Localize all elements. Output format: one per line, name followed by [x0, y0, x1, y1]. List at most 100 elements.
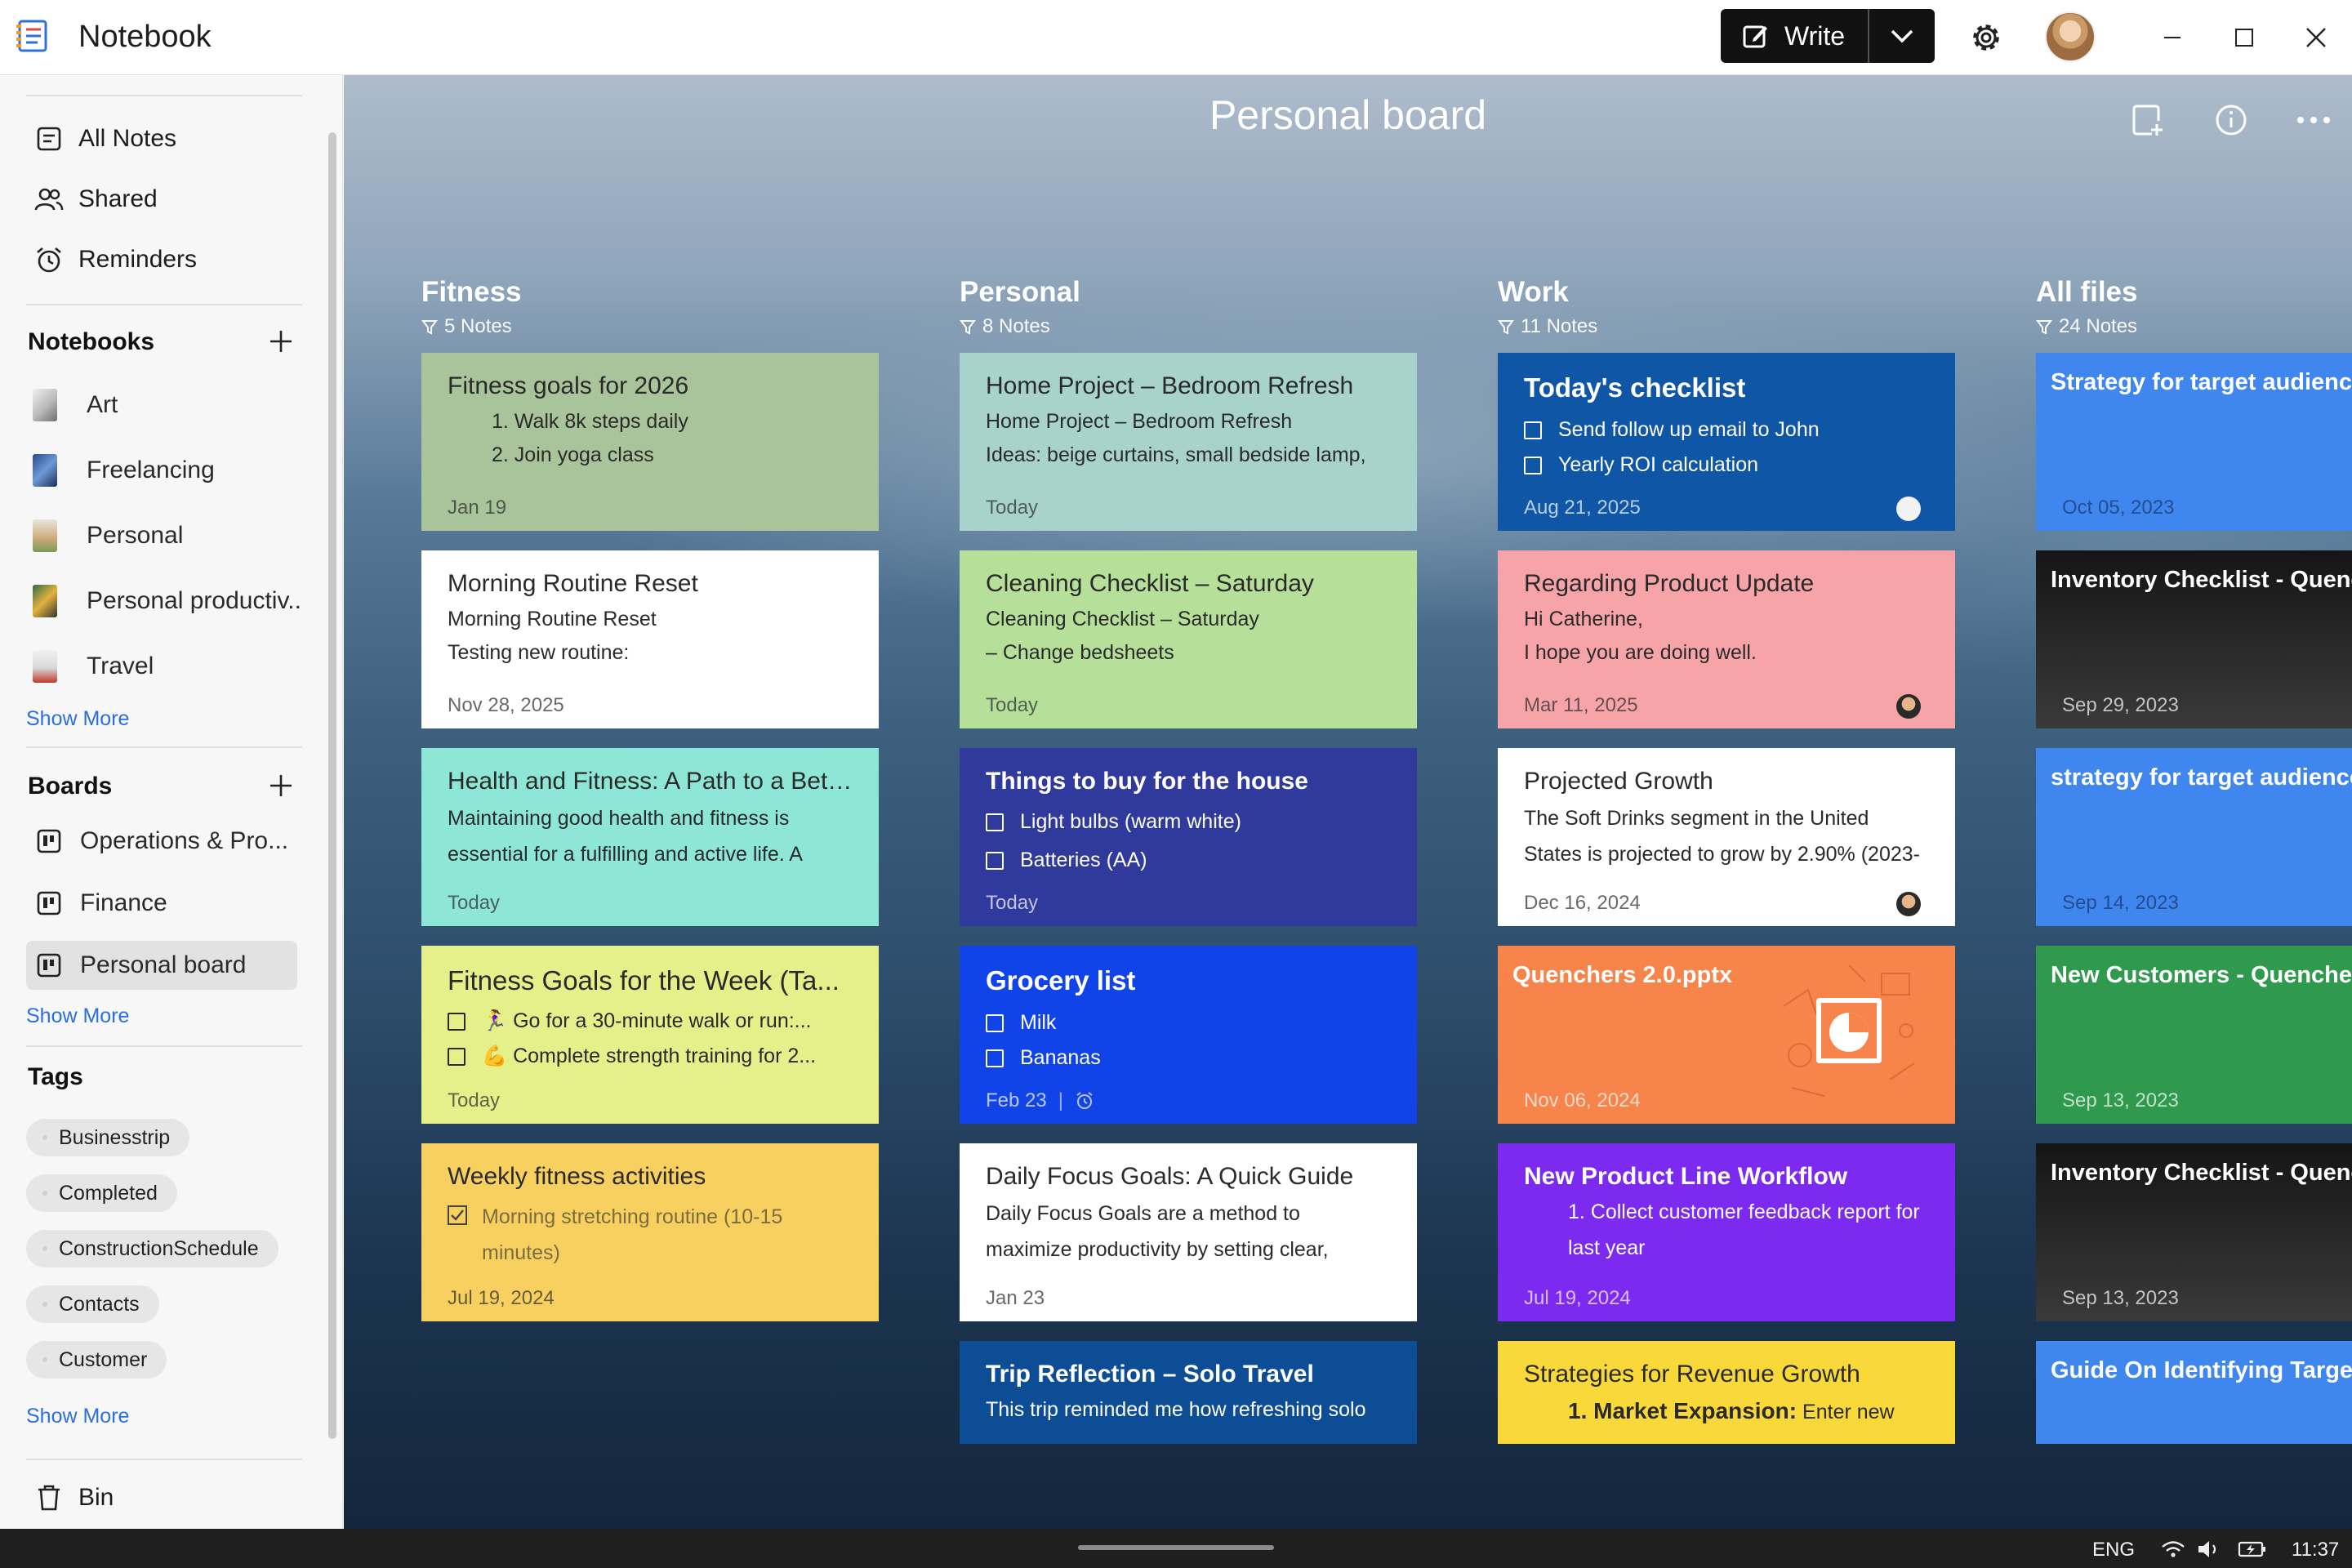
checklist-item[interactable]: 💪 Complete strength training for 2... — [448, 1045, 853, 1068]
checkbox[interactable] — [448, 1047, 466, 1066]
settings-gear-icon[interactable] — [1967, 18, 2006, 57]
note-card[interactable]: Weekly fitness activities Morning stretc… — [421, 1143, 879, 1321]
note-card[interactable]: Health and Fitness: A Path to a Bett... … — [421, 748, 879, 926]
nav-bin[interactable]: Bin — [33, 1473, 114, 1522]
note-card[interactable]: Daily Focus Goals: A Quick Guide Daily F… — [960, 1143, 1417, 1321]
write-dropdown-button[interactable] — [1869, 9, 1935, 63]
checkbox[interactable] — [986, 851, 1004, 870]
notebook-item-art[interactable]: Art — [33, 381, 118, 430]
add-board-button[interactable] — [265, 769, 297, 802]
notebook-item-freelancing[interactable]: Freelancing — [33, 446, 215, 495]
notebook-cover-icon — [33, 650, 57, 683]
notebook-item-personal[interactable]: Personal — [33, 511, 183, 560]
note-card[interactable]: New Product Line Workflow 1. Collect cus… — [1498, 1143, 1955, 1321]
column-title: Personal — [960, 276, 1080, 308]
note-line: Testing new routine: — [448, 641, 630, 664]
tags-show-more-link[interactable]: Show More — [26, 1405, 129, 1428]
note-card[interactable]: Fitness Goals for the Week (Ta... 🏃‍♀️ G… — [421, 946, 879, 1124]
file-card[interactable]: strategy for target audience Sep 14, 202… — [2036, 748, 2352, 926]
speaker-icon[interactable] — [2197, 1539, 2221, 1559]
checkbox[interactable] — [1524, 421, 1542, 439]
column-note-count[interactable]: 8 Notes — [960, 315, 1080, 338]
collaborator-avatar[interactable] — [1896, 892, 1921, 916]
file-card[interactable]: Inventory Checklist - Quench Sep 29, 202… — [2036, 550, 2352, 728]
taskbar-handle[interactable] — [1078, 1545, 1274, 1550]
battery-charging-icon[interactable] — [2238, 1539, 2267, 1560]
checked-checkbox-icon[interactable] — [448, 1205, 467, 1225]
note-card[interactable]: Home Project – Bedroom Refresh Home Proj… — [960, 353, 1417, 531]
board-info-button[interactable] — [2211, 100, 2252, 140]
sidebar-scrollbar[interactable] — [328, 132, 336, 1439]
tag-chip[interactable]: ConstructionSchedule — [26, 1230, 278, 1267]
tag-chip[interactable]: Customer — [26, 1341, 167, 1379]
checklist-item[interactable]: Morning stretching routine (10-15 minute… — [448, 1199, 853, 1271]
checklist-item[interactable]: Batteries (AA) — [986, 849, 1391, 872]
board-item-operations[interactable]: Operations & Pro... — [26, 817, 297, 866]
more-options-button[interactable] — [2293, 100, 2334, 140]
maximize-window-button[interactable] — [2225, 18, 2264, 57]
notebook-logo-icon — [16, 20, 47, 52]
checklist-item[interactable]: Bananas — [986, 1046, 1391, 1070]
tag-chip[interactable]: Contacts — [26, 1285, 159, 1323]
file-card[interactable]: Quenchers 2.0.pptx Nov 06, 2024 — [1498, 946, 1955, 1124]
add-note-button[interactable] — [2127, 100, 2168, 140]
note-card[interactable]: Fitness goals for 2026 1. Walk 8k steps … — [421, 353, 879, 531]
checklist-item[interactable]: Light bulbs (warm white) — [986, 810, 1391, 834]
checkbox[interactable] — [1524, 456, 1542, 474]
nav-reminders[interactable]: Reminders — [33, 235, 197, 284]
note-date: Today — [986, 694, 1039, 716]
column-note-count[interactable]: 11 Notes — [1498, 315, 1597, 338]
write-main-button[interactable]: Write — [1721, 9, 1869, 63]
note-card[interactable]: Cleaning Checklist – Saturday Cleaning C… — [960, 550, 1417, 728]
column-note-count[interactable]: 24 Notes — [2036, 315, 2137, 338]
column-note-count[interactable]: 5 Notes — [421, 315, 522, 338]
file-card[interactable]: Strategy for target audience Oct 05, 202… — [2036, 353, 2352, 531]
notebook-item-travel[interactable]: Travel — [33, 642, 154, 691]
file-card[interactable]: New Customers - Quenchers Sep 13, 2023 — [2036, 946, 2352, 1124]
nav-shared[interactable]: Shared — [33, 175, 158, 224]
add-notebook-button[interactable] — [265, 325, 297, 358]
note-line: Cleaning Checklist – Saturday — [986, 608, 1259, 630]
notebook-cover-icon — [33, 585, 57, 617]
minimize-window-button[interactable] — [2153, 18, 2192, 57]
note-card[interactable]: Grocery list Milk Bananas Feb 23 | — [960, 946, 1417, 1124]
checkbox[interactable] — [448, 1012, 466, 1031]
notebook-item-personal-productivity[interactable]: Personal productiv.. — [33, 577, 301, 626]
collaborator-avatar[interactable] — [1896, 497, 1921, 521]
board-item-finance[interactable]: Finance — [26, 879, 297, 928]
file-card[interactable]: Inventory Checklist - Quench Sep 13, 202… — [2036, 1143, 2352, 1321]
checkbox[interactable] — [986, 1013, 1004, 1032]
checklist-item[interactable]: Milk — [986, 1011, 1391, 1035]
checkbox[interactable] — [986, 813, 1004, 831]
column-title: Work — [1498, 276, 1569, 308]
note-card[interactable]: Things to buy for the house Light bulbs … — [960, 748, 1417, 926]
close-window-button[interactable] — [2296, 18, 2336, 57]
note-card[interactable]: Regarding Product Update Hi Catherine, I… — [1498, 550, 1955, 728]
checklist-item[interactable]: 🏃‍♀️ Go for a 30-minute walk or run:... — [448, 1009, 853, 1033]
clock-time[interactable]: 11:37 — [2292, 1539, 2339, 1561]
divider — [26, 304, 302, 305]
note-title: Daily Focus Goals: A Quick Guide — [986, 1163, 1354, 1190]
note-card[interactable]: Strategies for Revenue Growth 1. Market … — [1498, 1341, 1955, 1444]
nav-all-notes[interactable]: All Notes — [33, 114, 176, 163]
checklist-item[interactable]: Yearly ROI calculation — [1524, 453, 1929, 477]
tag-chip[interactable]: Completed — [26, 1174, 177, 1212]
boards-show-more-link[interactable]: Show More — [26, 1004, 129, 1028]
board-item-personal-board[interactable]: Personal board — [26, 941, 297, 990]
checkbox[interactable] — [986, 1049, 1004, 1067]
tag-chip[interactable]: Businesstrip — [26, 1119, 190, 1156]
checklist-item[interactable]: Send follow up email to John — [1524, 418, 1929, 442]
notebook-label: Art — [87, 391, 118, 418]
note-card[interactable]: Projected Growth The Soft Drinks segment… — [1498, 748, 1955, 926]
user-avatar[interactable] — [2045, 11, 2096, 62]
wifi-icon[interactable] — [2161, 1540, 2185, 1558]
note-card[interactable]: Today's checklist Send follow up email t… — [1498, 353, 1955, 531]
language-indicator[interactable]: ENG — [2092, 1539, 2135, 1561]
system-taskbar: ENG 11:37 — [0, 1529, 2352, 1568]
note-card[interactable]: Morning Routine Reset Morning Routine Re… — [421, 550, 879, 728]
note-card[interactable]: Trip Reflection – Solo Travel This trip … — [960, 1341, 1417, 1444]
collaborator-avatar[interactable] — [1896, 694, 1921, 719]
notebooks-show-more-link[interactable]: Show More — [26, 707, 129, 731]
write-button[interactable]: Write — [1721, 9, 1935, 63]
file-card[interactable]: Guide On Identifying Target . — [2036, 1341, 2352, 1444]
